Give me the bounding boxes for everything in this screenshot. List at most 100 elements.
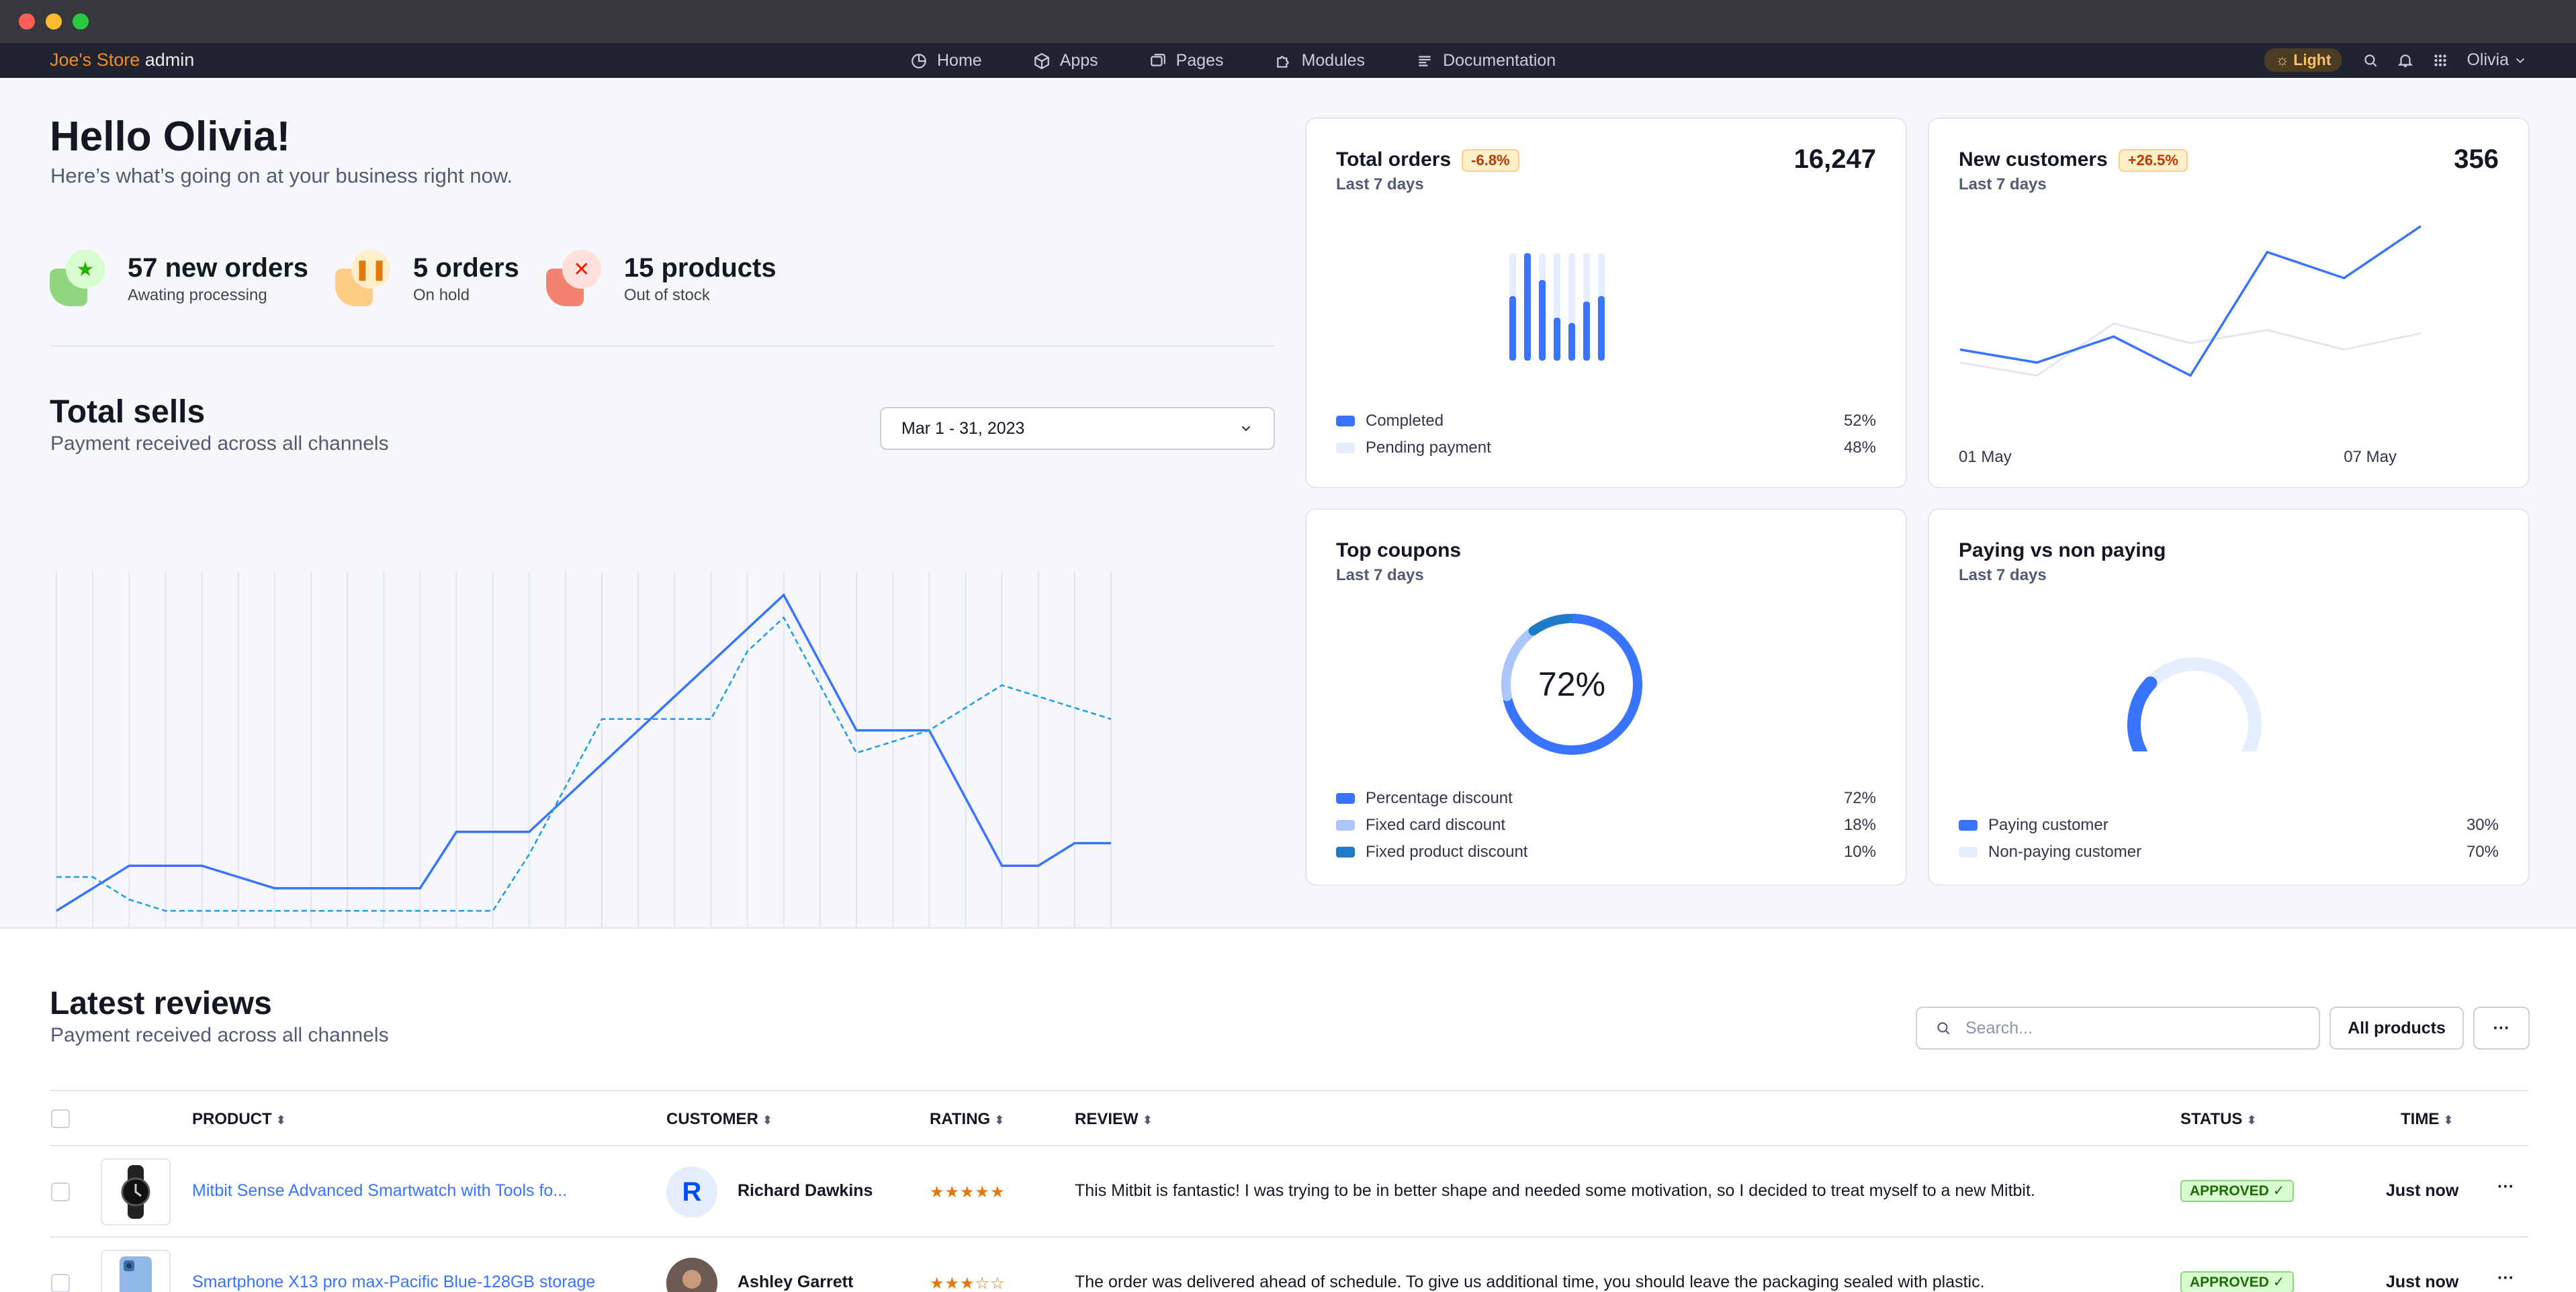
close-window-button[interactable] [19, 13, 35, 30]
time-text: Just now [2386, 1273, 2459, 1291]
customer-name[interactable]: Ashley Garrett [738, 1273, 853, 1292]
customer-name[interactable]: Richard Dawkins [738, 1181, 873, 1201]
select-all-checkbox[interactable] [51, 1109, 70, 1128]
bar-completed [1539, 280, 1546, 361]
more-options-button[interactable]: ··· [2473, 1007, 2530, 1050]
status-badge: APPROVED ✓ [2180, 1180, 2295, 1202]
column-header-time[interactable]: TIME ⬍ [2401, 1110, 2453, 1129]
menu-item-label: Pages [1175, 51, 1224, 70]
table-header: PRODUCT ⬍ CUSTOMER ⬍ RATING ⬍ REVIEW ⬍ STATU… [50, 1090, 2528, 1146]
row-actions-button[interactable]: ··· [2497, 1177, 2514, 1197]
product-link[interactable]: Smartphone X13 pro max-Pacific Blue-128G… [192, 1273, 595, 1292]
card-subtitle: Last 7 days [1959, 566, 2047, 584]
theme-toggle-label: Light [2293, 51, 2331, 68]
menu-item-label: Home [937, 51, 982, 70]
table-row[interactable]: Mitbit Sense Advanced Smartwatch with To… [50, 1146, 2528, 1238]
brand-logo[interactable]: Joe's Store admin [50, 50, 194, 71]
user-name: Olivia [2467, 50, 2509, 69]
column-header-customer[interactable]: CUSTOMER ⬍ [666, 1110, 772, 1129]
row-checkbox[interactable] [51, 1274, 70, 1292]
navbar-right: ☼ Light Olivia [2264, 48, 2528, 72]
layers-icon [1150, 53, 1165, 66]
chevron-down-icon [1241, 426, 1251, 432]
theme-toggle[interactable]: ☼ Light [2264, 48, 2342, 72]
card-subtitle: Last 7 days [1336, 566, 1424, 584]
avatar[interactable]: R [666, 1166, 717, 1217]
bar-pending [1583, 253, 1590, 302]
all-products-button[interactable]: All products [2329, 1007, 2464, 1050]
column-header-rating[interactable]: RATING ⬍ [930, 1110, 1004, 1129]
search-icon[interactable] [2362, 52, 2379, 69]
grid-icon[interactable] [2432, 52, 2449, 69]
x-icon: ✕ [562, 250, 601, 289]
sort-icon: ⬍ [275, 1113, 286, 1127]
stat-new-orders[interactable]: ★ 57 new orders Awating processing [50, 248, 308, 309]
sort-icon: ⬍ [762, 1113, 772, 1127]
reviews-search-input[interactable]: Search... [1916, 1007, 2320, 1050]
card-title: New customers +26.5% [1959, 148, 2188, 173]
maximize-window-button[interactable] [73, 13, 89, 30]
smartwatch-icon [121, 1165, 150, 1219]
column-header-product[interactable]: PRODUCT ⬍ [192, 1110, 286, 1129]
gauge-paying [2127, 676, 2158, 751]
legend-row: Non-paying customer 70% [1959, 839, 2499, 866]
series-line [1959, 322, 2422, 377]
bar-completed [1598, 296, 1605, 361]
bar-completed [1509, 296, 1516, 361]
change-badge: +26.5% [2118, 149, 2188, 173]
user-menu[interactable]: Olivia [2467, 50, 2528, 70]
menu-item-modules[interactable]: Modules [1275, 51, 1365, 71]
x-axis-start-label: 01 May [1959, 448, 2012, 466]
chart-legend: Paying customer 30% Non-paying customer … [1959, 812, 2499, 866]
donut-center-label: 72% [1538, 665, 1606, 703]
legend-row: Fixed card discount 18% [1336, 812, 1876, 839]
product-thumbnail[interactable] [101, 1158, 171, 1226]
menu-item-apps[interactable]: Apps [1033, 51, 1098, 71]
date-range-select[interactable]: Mar 1 - 31, 2023 [880, 407, 1275, 450]
bell-icon[interactable] [2397, 52, 2414, 69]
chart-legend: Completed 52% Pending payment 48% [1336, 408, 1876, 461]
bar-pending [1539, 253, 1546, 280]
card-paying-vs-nonpaying: Paying vs non paying Last 7 days Paying … [1928, 508, 2530, 886]
order-stats: ★ 57 new orders Awating processing ❚❚ 5 … [50, 248, 803, 309]
reviews-subtitle: Payment received across all channels [50, 1024, 389, 1046]
menu-item-documentation[interactable]: Documentation [1416, 51, 1556, 71]
top-navbar: Joe's Store admin Home Apps Pages Module… [0, 43, 2576, 78]
menu-item-label: Apps [1059, 51, 1098, 70]
bar-completed [1554, 318, 1560, 361]
list-icon [1419, 55, 1431, 66]
stat-subtitle: Awating processing [128, 285, 267, 304]
bar-completed [1583, 302, 1590, 361]
card-title: Total orders -6.8% [1336, 148, 1519, 173]
bar-completed [1568, 323, 1575, 361]
menu-item-home[interactable]: Home [910, 51, 982, 71]
column-header-review[interactable]: REVIEW ⬍ [1075, 1110, 1153, 1129]
person-photo-icon [666, 1258, 717, 1292]
stat-out-of-stock[interactable]: ✕ 15 products Out of stock [545, 248, 776, 309]
legend-swatch [1336, 820, 1355, 831]
window-titlebar [0, 0, 2576, 43]
menu-item-pages[interactable]: Pages [1149, 51, 1224, 71]
card-top-coupons: Top coupons Last 7 days 72% Percentage d… [1305, 508, 1907, 886]
legend-row: Paying customer 30% [1959, 812, 2499, 839]
status-cell: APPROVED ✓ [2180, 1180, 2295, 1202]
row-actions-button[interactable]: ··· [2497, 1268, 2514, 1288]
avatar[interactable] [666, 1258, 717, 1292]
legend-label: Percentage discount [1366, 789, 1513, 807]
row-checkbox[interactable] [51, 1183, 70, 1201]
product-link[interactable]: Mitbit Sense Advanced Smartwatch with To… [192, 1181, 567, 1201]
stat-title: 57 new orders [128, 252, 309, 283]
card-value: 356 [2454, 144, 2499, 174]
column-header-status[interactable]: STATUS ⬍ [2180, 1110, 2257, 1129]
product-thumbnail[interactable] [101, 1250, 171, 1292]
card-subtitle: Last 7 days [1959, 175, 2047, 193]
legend-value: 30% [2466, 816, 2499, 834]
legend-label: Fixed card discount [1366, 816, 1506, 834]
change-badge: -6.8% [1462, 149, 1519, 173]
new-customers-line-chart [1959, 225, 2422, 377]
legend-label: Non-paying customer [1988, 843, 2142, 861]
minimize-window-button[interactable] [46, 13, 62, 30]
legend-swatch [1336, 443, 1355, 453]
stat-on-hold[interactable]: ❚❚ 5 orders On hold [335, 248, 519, 309]
table-row[interactable]: Smartphone X13 pro max-Pacific Blue-128G… [50, 1238, 2528, 1292]
